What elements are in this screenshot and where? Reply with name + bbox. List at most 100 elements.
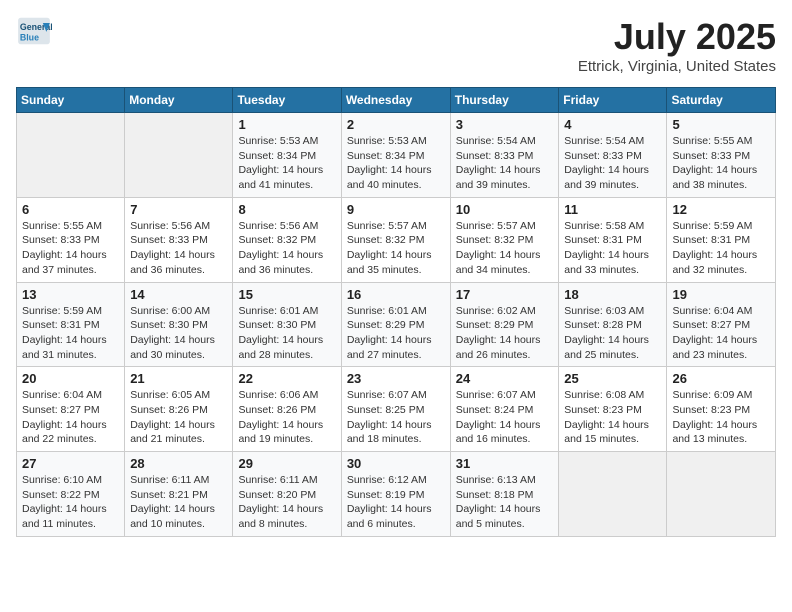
weekday-monday: Monday: [125, 88, 233, 113]
calendar-cell: 20 Sunrise: 6:04 AMSunset: 8:27 PMDayligh…: [17, 367, 125, 452]
day-number: 18: [564, 287, 661, 302]
day-number: 12: [672, 202, 770, 217]
svg-text:Blue: Blue: [20, 33, 39, 43]
day-number: 15: [238, 287, 335, 302]
calendar-cell: 1 Sunrise: 5:53 AMSunset: 8:34 PMDaylight…: [233, 113, 341, 198]
day-info: Sunrise: 5:59 AMSunset: 8:31 PMDaylight:…: [672, 219, 770, 278]
weekday-friday: Friday: [559, 88, 667, 113]
day-info: Sunrise: 6:03 AMSunset: 8:28 PMDaylight:…: [564, 304, 661, 363]
calendar-cell: 13Sunrise: 5:59 AMSunset: 8:31 PMDayligh…: [17, 282, 125, 367]
calendar-cell: 3 Sunrise: 5:54 AMSunset: 8:33 PMDaylight…: [450, 113, 559, 198]
day-info: Sunrise: 6:06 AMSunset: 8:26 PMDaylight:…: [238, 388, 335, 447]
day-number: 6: [22, 202, 119, 217]
week-row-4: 27Sunrise: 6:10 AMSunset: 8:22 PMDayligh…: [17, 452, 776, 537]
calendar-cell: 23Sunrise: 6:07 AMSunset: 8:25 PMDayligh…: [341, 367, 450, 452]
weekday-header-row: SundayMondayTuesdayWednesdayThursdayFrid…: [17, 88, 776, 113]
calendar-cell: 22 Sunrise: 6:06 AMSunset: 8:26 PMDayligh…: [233, 367, 341, 452]
calendar-cell: 7Sunrise: 5:56 AMSunset: 8:33 PMDaylight…: [125, 197, 233, 282]
day-number: 30: [347, 456, 445, 471]
day-number: 24: [456, 371, 554, 386]
week-row-0: 1 Sunrise: 5:53 AMSunset: 8:34 PMDaylight…: [17, 113, 776, 198]
day-info: Sunrise: 6:08 AMSunset: 8:23 PMDaylight:…: [564, 388, 661, 447]
day-info: Sunrise: 6:07 AMSunset: 8:24 PMDaylight:…: [456, 388, 554, 447]
calendar-cell: 28 Sunrise: 6:11 AMSunset: 8:21 PMDayligh…: [125, 452, 233, 537]
day-info: Sunrise: 6:12 AMSunset: 8:19 PMDaylight:…: [347, 473, 445, 532]
calendar-cell: [667, 452, 776, 537]
location: Ettrick, Virginia, United States: [578, 58, 776, 75]
calendar-cell: 6 Sunrise: 5:55 AMSunset: 8:33 PMDaylight…: [17, 197, 125, 282]
day-number: 19: [672, 287, 770, 302]
calendar-cell: 8 Sunrise: 5:56 AMSunset: 8:32 PMDaylight…: [233, 197, 341, 282]
day-number: 29: [238, 456, 335, 471]
day-number: 2: [347, 117, 445, 132]
calendar-body: 1 Sunrise: 5:53 AMSunset: 8:34 PMDaylight…: [17, 113, 776, 537]
weekday-thursday: Thursday: [450, 88, 559, 113]
day-number: 10: [456, 202, 554, 217]
day-info: Sunrise: 6:13 AMSunset: 8:18 PMDaylight:…: [456, 473, 554, 532]
calendar-cell: [559, 452, 667, 537]
day-number: 21: [130, 371, 227, 386]
day-info: Sunrise: 6:00 AMSunset: 8:30 PMDaylight:…: [130, 304, 227, 363]
day-number: 7: [130, 202, 227, 217]
calendar-cell: 31 Sunrise: 6:13 AMSunset: 8:18 PMDayligh…: [450, 452, 559, 537]
day-number: 8: [238, 202, 335, 217]
calendar-cell: 26Sunrise: 6:09 AMSunset: 8:23 PMDayligh…: [667, 367, 776, 452]
day-info: Sunrise: 6:07 AMSunset: 8:25 PMDaylight:…: [347, 388, 445, 447]
day-number: 13: [22, 287, 119, 302]
calendar-cell: 19Sunrise: 6:04 AMSunset: 8:27 PMDayligh…: [667, 282, 776, 367]
calendar-cell: 30 Sunrise: 6:12 AMSunset: 8:19 PMDayligh…: [341, 452, 450, 537]
day-info: Sunrise: 6:01 AMSunset: 8:29 PMDaylight:…: [347, 304, 445, 363]
header: General Blue July 2025 Ettrick, Virginia…: [16, 16, 776, 75]
day-number: 5: [672, 117, 770, 132]
calendar-cell: [125, 113, 233, 198]
calendar-cell: 24 Sunrise: 6:07 AMSunset: 8:24 PMDayligh…: [450, 367, 559, 452]
day-number: 17: [456, 287, 554, 302]
day-number: 4: [564, 117, 661, 132]
day-info: Sunrise: 6:09 AMSunset: 8:23 PMDaylight:…: [672, 388, 770, 447]
calendar-cell: [17, 113, 125, 198]
day-info: Sunrise: 5:57 AMSunset: 8:32 PMDaylight:…: [347, 219, 445, 278]
logo-icon: General Blue: [16, 16, 52, 46]
day-number: 28: [130, 456, 227, 471]
day-info: Sunrise: 5:57 AMSunset: 8:32 PMDaylight:…: [456, 219, 554, 278]
day-info: Sunrise: 5:53 AMSunset: 8:34 PMDaylight:…: [238, 134, 335, 193]
day-number: 25: [564, 371, 661, 386]
day-info: Sunrise: 6:11 AMSunset: 8:21 PMDaylight:…: [130, 473, 227, 532]
day-number: 3: [456, 117, 554, 132]
calendar-cell: 18 Sunrise: 6:03 AMSunset: 8:28 PMDayligh…: [559, 282, 667, 367]
calendar-cell: 16 Sunrise: 6:01 AMSunset: 8:29 PMDayligh…: [341, 282, 450, 367]
day-number: 27: [22, 456, 119, 471]
day-number: 22: [238, 371, 335, 386]
calendar-cell: 10 Sunrise: 5:57 AMSunset: 8:32 PMDayligh…: [450, 197, 559, 282]
day-info: Sunrise: 5:56 AMSunset: 8:32 PMDaylight:…: [238, 219, 335, 278]
calendar-cell: 5 Sunrise: 5:55 AMSunset: 8:33 PMDaylight…: [667, 113, 776, 198]
day-number: 20: [22, 371, 119, 386]
weekday-wednesday: Wednesday: [341, 88, 450, 113]
week-row-3: 20 Sunrise: 6:04 AMSunset: 8:27 PMDayligh…: [17, 367, 776, 452]
calendar-cell: 21 Sunrise: 6:05 AMSunset: 8:26 PMDayligh…: [125, 367, 233, 452]
day-number: 1: [238, 117, 335, 132]
weekday-sunday: Sunday: [17, 88, 125, 113]
week-row-2: 13Sunrise: 5:59 AMSunset: 8:31 PMDayligh…: [17, 282, 776, 367]
day-info: Sunrise: 6:05 AMSunset: 8:26 PMDaylight:…: [130, 388, 227, 447]
calendar-cell: 11Sunrise: 5:58 AMSunset: 8:31 PMDayligh…: [559, 197, 667, 282]
month-year: July 2025: [578, 16, 776, 58]
week-row-1: 6 Sunrise: 5:55 AMSunset: 8:33 PMDaylight…: [17, 197, 776, 282]
day-number: 31: [456, 456, 554, 471]
day-number: 14: [130, 287, 227, 302]
day-info: Sunrise: 5:58 AMSunset: 8:31 PMDaylight:…: [564, 219, 661, 278]
day-number: 9: [347, 202, 445, 217]
calendar: SundayMondayTuesdayWednesdayThursdayFrid…: [16, 87, 776, 537]
calendar-cell: 9 Sunrise: 5:57 AMSunset: 8:32 PMDaylight…: [341, 197, 450, 282]
day-info: Sunrise: 6:11 AMSunset: 8:20 PMDaylight:…: [238, 473, 335, 532]
calendar-cell: 4Sunrise: 5:54 AMSunset: 8:33 PMDaylight…: [559, 113, 667, 198]
weekday-tuesday: Tuesday: [233, 88, 341, 113]
day-info: Sunrise: 6:04 AMSunset: 8:27 PMDaylight:…: [22, 388, 119, 447]
day-info: Sunrise: 6:01 AMSunset: 8:30 PMDaylight:…: [238, 304, 335, 363]
day-info: Sunrise: 5:53 AMSunset: 8:34 PMDaylight:…: [347, 134, 445, 193]
day-number: 16: [347, 287, 445, 302]
day-info: Sunrise: 5:54 AMSunset: 8:33 PMDaylight:…: [456, 134, 554, 193]
calendar-header: SundayMondayTuesdayWednesdayThursdayFrid…: [17, 88, 776, 113]
day-info: Sunrise: 5:55 AMSunset: 8:33 PMDaylight:…: [22, 219, 119, 278]
day-info: Sunrise: 5:55 AMSunset: 8:33 PMDaylight:…: [672, 134, 770, 193]
